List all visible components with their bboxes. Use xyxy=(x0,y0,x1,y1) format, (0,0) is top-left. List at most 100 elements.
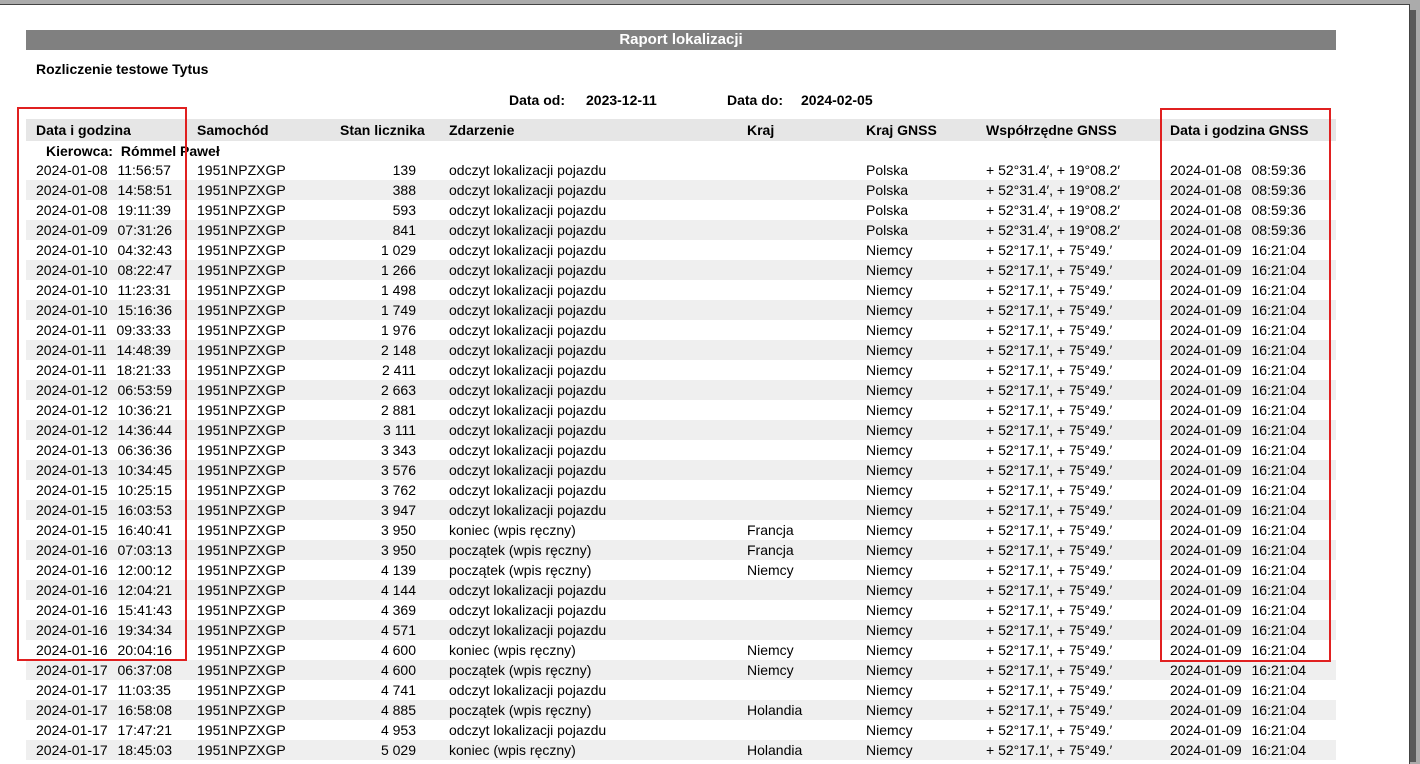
cell-country: Niemcy xyxy=(747,562,794,578)
cell-odometer: 2 411 xyxy=(382,362,416,378)
cell-event: odczyt lokalizacji pojazdu xyxy=(449,462,607,478)
cell-gnss-country: Niemcy xyxy=(866,622,913,638)
table-row: 2024-01-08 11:56:57 1951NPZXGP 139 odczyt l… xyxy=(26,160,1336,180)
cell-odometer: 5 029 xyxy=(380,742,416,758)
cell-event: odczyt lokalizacji pojazdu xyxy=(449,602,607,618)
cell-gnss-coords: + 52°17.1′, + 75°49.′ xyxy=(986,362,1113,378)
cell-gnss-coords: + 52°17.1′, + 75°49.′ xyxy=(986,742,1113,758)
cell-datetime: 2024-01-16 15:41:43 xyxy=(36,602,172,618)
cell-car: 1951NPZXGP xyxy=(197,482,286,498)
cell-gnss-coords: + 52°31.4′, + 19°08.2′ xyxy=(986,222,1120,238)
cell-datetime: 2024-01-17 06:37:08 xyxy=(36,662,172,678)
col-header-country: Kraj xyxy=(747,122,775,138)
cell-datetime: 2024-01-17 11:03:35 xyxy=(36,682,171,698)
cell-gnss-coords: + 52°17.1′, + 75°49.′ xyxy=(986,542,1113,558)
driver-label: Kierowca: xyxy=(46,143,113,159)
cell-car: 1951NPZXGP xyxy=(197,442,286,458)
cell-gnss-datetime: 2024-01-09 16:21:04 xyxy=(1170,702,1306,718)
table-row: 2024-01-16 20:04:16 1951NPZXGP 4 600 koniec… xyxy=(26,640,1336,660)
cell-gnss-country: Niemcy xyxy=(866,642,913,658)
cell-event: odczyt lokalizacji pojazdu xyxy=(449,342,607,358)
cell-gnss-coords: + 52°17.1′, + 75°49.′ xyxy=(986,522,1113,538)
cell-odometer: 4 571 xyxy=(380,622,416,638)
cell-gnss-coords: + 52°17.1′, + 75°49.′ xyxy=(986,722,1113,738)
cell-odometer: 4 741 xyxy=(380,682,416,698)
cell-gnss-coords: + 52°17.1′, + 75°49.′ xyxy=(986,422,1113,438)
table-row: 2024-01-16 12:04:21 1951NPZXGP 4 144 odczyt… xyxy=(26,580,1336,600)
driver-name: Rómmel Paweł xyxy=(120,143,220,159)
cell-gnss-datetime: 2024-01-09 16:21:04 xyxy=(1170,262,1306,278)
table-row: 2024-01-15 10:25:15 1951NPZXGP 3 762 odczyt… xyxy=(26,480,1336,500)
table-row: 2024-01-16 07:03:13 1951NPZXGP 3 950 począt… xyxy=(26,540,1336,560)
cell-car: 1951NPZXGP xyxy=(197,702,286,718)
cell-car: 1951NPZXGP xyxy=(197,722,286,738)
cell-datetime: 2024-01-15 10:25:15 xyxy=(36,482,172,498)
table-row: 2024-01-15 16:40:41 1951NPZXGP 3 950 koniec… xyxy=(26,520,1336,540)
cell-datetime: 2024-01-10 04:32:43 xyxy=(36,242,172,258)
cell-datetime: 2024-01-16 12:04:21 xyxy=(36,582,172,598)
cell-gnss-coords: + 52°17.1′, + 75°49.′ xyxy=(986,642,1113,658)
cell-datetime: 2024-01-08 19:11:39 xyxy=(36,202,171,218)
page-shadow xyxy=(1410,10,1416,762)
cell-odometer: 2 148 xyxy=(380,342,416,358)
cell-car: 1951NPZXGP xyxy=(197,182,286,198)
cell-gnss-country: Niemcy xyxy=(866,682,913,698)
cell-gnss-datetime: 2024-01-09 16:21:04 xyxy=(1170,502,1306,518)
cell-car: 1951NPZXGP xyxy=(197,382,286,398)
cell-gnss-country: Niemcy xyxy=(866,542,913,558)
cell-odometer: 4 600 xyxy=(380,642,416,658)
cell-odometer: 4 600 xyxy=(380,662,416,678)
cell-event: odczyt lokalizacji pojazdu xyxy=(449,282,607,298)
cell-odometer: 2 663 xyxy=(380,382,416,398)
cell-gnss-country: Polska xyxy=(866,202,909,218)
cell-gnss-country: Niemcy xyxy=(866,742,913,758)
cell-gnss-country: Polska xyxy=(866,162,909,178)
table-row: 2024-01-15 16:03:53 1951NPZXGP 3 947 odczyt… xyxy=(26,500,1336,520)
cell-datetime: 2024-01-13 06:36:36 xyxy=(36,442,172,458)
cell-gnss-country: Niemcy xyxy=(866,442,913,458)
cell-country: Francja xyxy=(747,542,794,558)
cell-datetime: 2024-01-12 06:53:59 xyxy=(36,382,172,398)
cell-gnss-datetime: 2024-01-08 08:59:36 xyxy=(1170,202,1306,218)
cell-datetime: 2024-01-16 19:34:34 xyxy=(36,622,172,638)
report-title: Raport lokalizacji xyxy=(26,30,1336,50)
table-row: 2024-01-08 14:58:51 1951NPZXGP 388 odczyt l… xyxy=(26,180,1336,200)
cell-event: początek (wpis ręczny) xyxy=(449,562,592,578)
table-row: 2024-01-12 10:36:21 1951NPZXGP 2 881 odczyt… xyxy=(26,400,1336,420)
cell-car: 1951NPZXGP xyxy=(197,582,286,598)
cell-odometer: 1 498 xyxy=(380,282,416,298)
cell-gnss-country: Niemcy xyxy=(866,342,913,358)
table-row: 2024-01-17 11:03:35 1951NPZXGP 4 741 odczyt… xyxy=(26,680,1336,700)
cell-car: 1951NPZXGP xyxy=(197,302,286,318)
table-row: 2024-01-12 14:36:44 1951NPZXGP 3 111 odczyt… xyxy=(26,420,1336,440)
cell-gnss-country: Niemcy xyxy=(866,362,913,378)
cell-odometer: 3 343 xyxy=(380,442,416,458)
table-row: 2024-01-17 18:45:03 1951NPZXGP 5 029 koniec… xyxy=(26,740,1336,760)
cell-car: 1951NPZXGP xyxy=(197,222,286,238)
table-row: 2024-01-11 18:21:33 1951NPZXGP 2 411 odczyt… xyxy=(26,360,1336,380)
cell-gnss-coords: + 52°17.1′, + 75°49.′ xyxy=(986,322,1113,338)
cell-event: początek (wpis ręczny) xyxy=(449,702,592,718)
cell-gnss-country: Niemcy xyxy=(866,422,913,438)
cell-odometer: 3 762 xyxy=(380,482,416,498)
cell-datetime: 2024-01-11 09:33:33 xyxy=(36,322,171,338)
cell-event: odczyt lokalizacji pojazdu xyxy=(449,422,607,438)
cell-gnss-coords: + 52°17.1′, + 75°49.′ xyxy=(986,262,1113,278)
cell-odometer: 3 111 xyxy=(383,422,416,438)
cell-event: odczyt lokalizacji pojazdu xyxy=(449,182,607,198)
cell-odometer: 3 950 xyxy=(380,522,416,538)
cell-gnss-country: Niemcy xyxy=(866,382,913,398)
cell-car: 1951NPZXGP xyxy=(197,622,286,638)
table-row: 2024-01-13 10:34:45 1951NPZXGP 3 576 odczyt… xyxy=(26,460,1336,480)
cell-gnss-coords: + 52°17.1′, + 75°49.′ xyxy=(986,242,1113,258)
cell-gnss-country: Niemcy xyxy=(866,322,913,338)
col-header-datetime: Data i godzina xyxy=(36,122,131,138)
cell-gnss-datetime: 2024-01-09 16:21:04 xyxy=(1170,302,1306,318)
cell-event: odczyt lokalizacji pojazdu xyxy=(449,582,607,598)
cell-country: Niemcy xyxy=(747,642,794,658)
cell-event: odczyt lokalizacji pojazdu xyxy=(449,322,607,338)
cell-event: koniec (wpis ręczny) xyxy=(449,522,576,538)
cell-gnss-datetime: 2024-01-09 16:21:04 xyxy=(1170,422,1306,438)
table-row: 2024-01-10 15:16:36 1951NPZXGP 1 749 odczyt… xyxy=(26,300,1336,320)
cell-datetime: 2024-01-13 10:34:45 xyxy=(36,462,172,478)
